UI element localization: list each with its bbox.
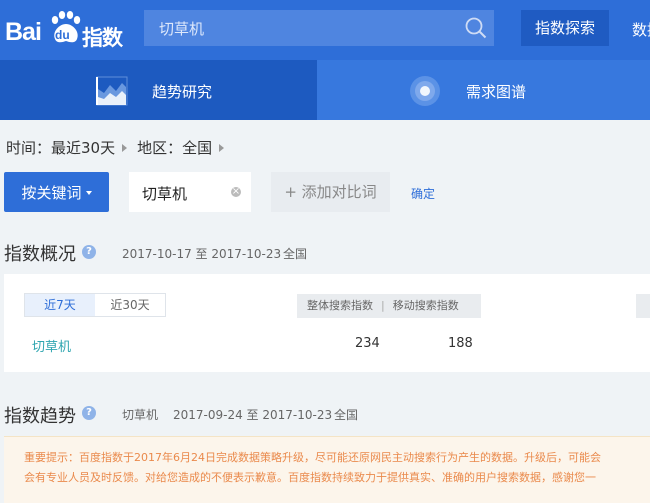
column-header: 整体搜索指数 xyxy=(307,299,373,312)
region-filter[interactable]: 地区：全国 xyxy=(137,139,212,157)
days-toggle: 近7天 近30天 xyxy=(24,293,166,317)
table-header: 整体搜索指数 | 移动搜索指数 xyxy=(297,294,481,318)
tab-demand-label: 需求图谱 xyxy=(466,83,527,101)
demand-graph-icon xyxy=(410,76,440,106)
confirm-link[interactable]: 确定 xyxy=(411,185,435,202)
caret-right-icon xyxy=(219,143,225,152)
keyword-mode-button[interactable]: 按关键词 xyxy=(4,172,109,212)
column-header: 移动搜索指数 xyxy=(392,299,459,312)
baidu-index-logo[interactable]: Bai du 指数 xyxy=(5,10,125,52)
nav-data-link[interactable]: 数据 xyxy=(632,19,650,40)
keyword-tag-text: 切草机 xyxy=(142,185,188,203)
mobile-index-value: 188 xyxy=(448,336,473,351)
keyword-tag[interactable]: 切草机 × xyxy=(129,172,251,212)
search-input[interactable] xyxy=(144,10,454,46)
overview-title: 指数概况 xyxy=(4,244,76,265)
trend-keyword: 切草机 xyxy=(122,408,159,422)
tab-demand-map[interactable]: 需求图谱 xyxy=(317,60,650,120)
days-option-30[interactable]: 近30天 xyxy=(95,294,165,316)
notice-line: 重要提示：百度指数于2017年6月24日完成数据策略升级，尽可能还原网民主动搜索… xyxy=(24,451,601,464)
main-tab-bar: 趋势研究 需求图谱 xyxy=(0,60,650,120)
trend-region: 全国 xyxy=(334,408,359,422)
overview-card: 近7天 近30天 整体搜索指数 | 移动搜索指数 切草机 234 188 xyxy=(4,274,650,372)
overall-index-value: 234 xyxy=(355,336,380,351)
trend-chart-icon xyxy=(96,76,128,106)
time-filter[interactable]: 时间：最近30天 xyxy=(6,139,115,157)
overview-region: 全国 xyxy=(283,247,308,261)
top-header: Bai du 指数 指数探索 数据 xyxy=(0,0,650,60)
remove-keyword-icon[interactable]: × xyxy=(231,187,241,197)
help-icon[interactable]: ? xyxy=(82,406,96,420)
caret-right-icon xyxy=(122,143,128,152)
notice-text: 重要提示：百度指数于2017年6月24日完成数据策略升级，尽可能还原网民主动搜索… xyxy=(24,448,650,488)
logo-brand-text: 指数 xyxy=(82,26,123,50)
logo-du-text: du xyxy=(55,28,70,42)
days-option-7[interactable]: 近7天 xyxy=(25,294,95,316)
help-icon[interactable]: ? xyxy=(82,245,96,259)
search-icon[interactable] xyxy=(464,16,488,40)
table-header-extra xyxy=(636,294,650,318)
caret-down-icon xyxy=(85,191,92,195)
add-compare-button[interactable]: + 添加对比词 xyxy=(271,172,390,212)
trend-date-range: 2017-09-24 至 2017-10-23 xyxy=(173,408,333,422)
search-box xyxy=(144,10,494,46)
column-divider: | xyxy=(381,299,385,312)
filter-row: 时间：最近30天 地区：全国 xyxy=(6,137,234,158)
index-explore-button[interactable]: 指数探索 xyxy=(521,10,609,46)
trend-title: 指数趋势 xyxy=(4,406,76,427)
keyword-mode-label: 按关键词 xyxy=(21,183,82,202)
overview-date-range: 2017-10-17 至 2017-10-23 xyxy=(122,247,282,261)
overview-keyword-link[interactable]: 切草机 xyxy=(32,336,71,355)
tab-trend-research[interactable]: 趋势研究 xyxy=(0,60,317,120)
important-notice: 重要提示：百度指数于2017年6月24日完成数据策略升级，尽可能还原网民主动搜索… xyxy=(4,436,650,503)
notice-line: 会有专业人员及时反馈。对给您造成的不便表示歉意。百度指数持续致力于提供真实、准确… xyxy=(24,471,596,484)
tab-trend-label: 趋势研究 xyxy=(152,83,213,101)
logo-bai-text: Bai xyxy=(5,18,42,46)
